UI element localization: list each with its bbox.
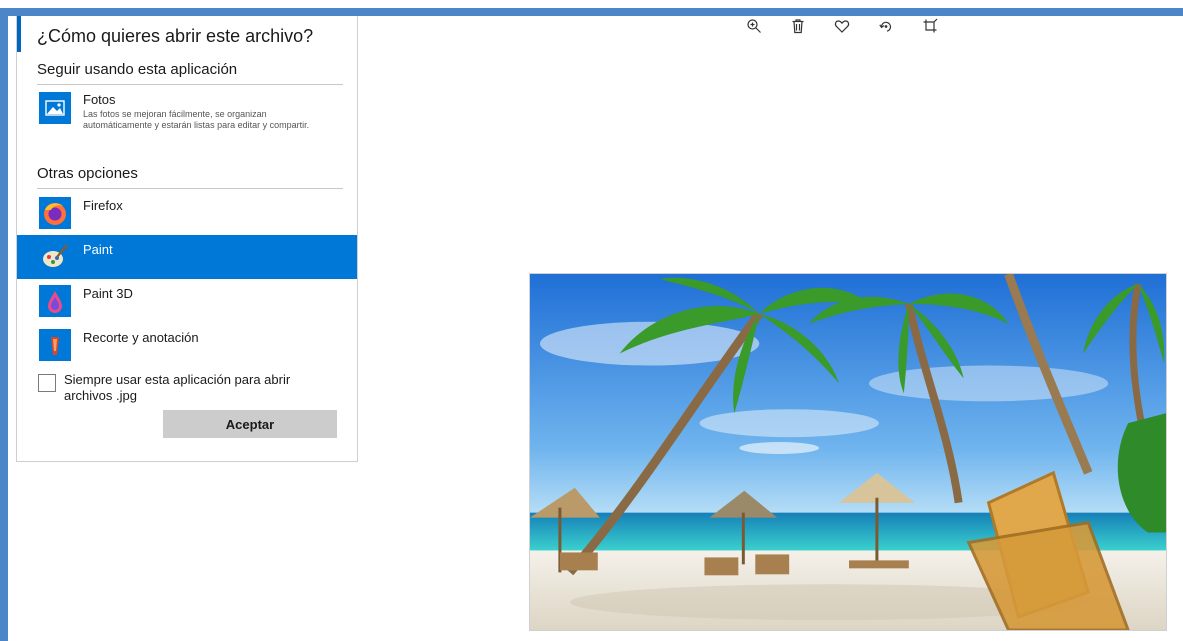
section-divider	[37, 84, 343, 85]
window-frame-left	[0, 8, 8, 641]
always-use-checkbox[interactable]	[38, 374, 56, 392]
app-option-photos[interactable]: Fotos Las fotos se mejoran fácilmente, s…	[17, 88, 357, 154]
window-frame-top	[0, 8, 1183, 16]
app-option-snip-sketch[interactable]: Recorte y anotación	[17, 323, 357, 367]
app-name-paint-3d: Paint 3D	[83, 286, 133, 301]
app-name-snip-sketch: Recorte y anotación	[83, 330, 199, 345]
app-name-firefox: Firefox	[83, 198, 123, 213]
app-name-paint: Paint	[83, 242, 113, 257]
app-option-paint[interactable]: Paint	[17, 235, 357, 279]
section-divider	[37, 188, 343, 189]
app-description-photos: Las fotos se mejoran fácilmente, se orga…	[83, 109, 310, 130]
photo-toolbar	[742, 14, 942, 38]
paint-3d-icon	[39, 285, 71, 317]
crop-icon	[923, 18, 938, 33]
delete-button[interactable]	[786, 14, 810, 38]
delete-icon	[792, 19, 804, 34]
zoom-in-button[interactable]	[742, 14, 766, 38]
crop-button[interactable]	[918, 14, 942, 38]
rotate-icon	[879, 21, 892, 32]
rotate-button[interactable]	[874, 14, 898, 38]
firefox-icon	[39, 197, 71, 229]
beach-photo	[529, 273, 1167, 631]
favorite-button[interactable]	[830, 14, 854, 38]
keep-using-heading: Seguir usando esta aplicación	[37, 61, 238, 78]
open-with-dialog: ¿Cómo quieres abrir este archivo? Seguir…	[16, 16, 358, 462]
paint-icon	[39, 241, 71, 273]
other-options-heading: Otras opciones	[37, 165, 138, 182]
accept-button[interactable]: Aceptar	[163, 410, 337, 438]
app-option-firefox[interactable]: Firefox	[17, 191, 357, 235]
dialog-accent-bar	[17, 16, 21, 52]
dialog-title: ¿Cómo quieres abrir este archivo?	[37, 26, 314, 46]
photos-icon	[39, 92, 71, 124]
snip-sketch-icon	[39, 329, 71, 361]
app-name-photos: Fotos	[83, 92, 116, 107]
favorite-heart-icon	[834, 20, 850, 33]
zoom-in-icon	[747, 19, 761, 33]
always-use-label: Siempre usar esta aplicación para abrir …	[64, 372, 291, 403]
app-option-paint-3d[interactable]: Paint 3D	[17, 279, 357, 323]
